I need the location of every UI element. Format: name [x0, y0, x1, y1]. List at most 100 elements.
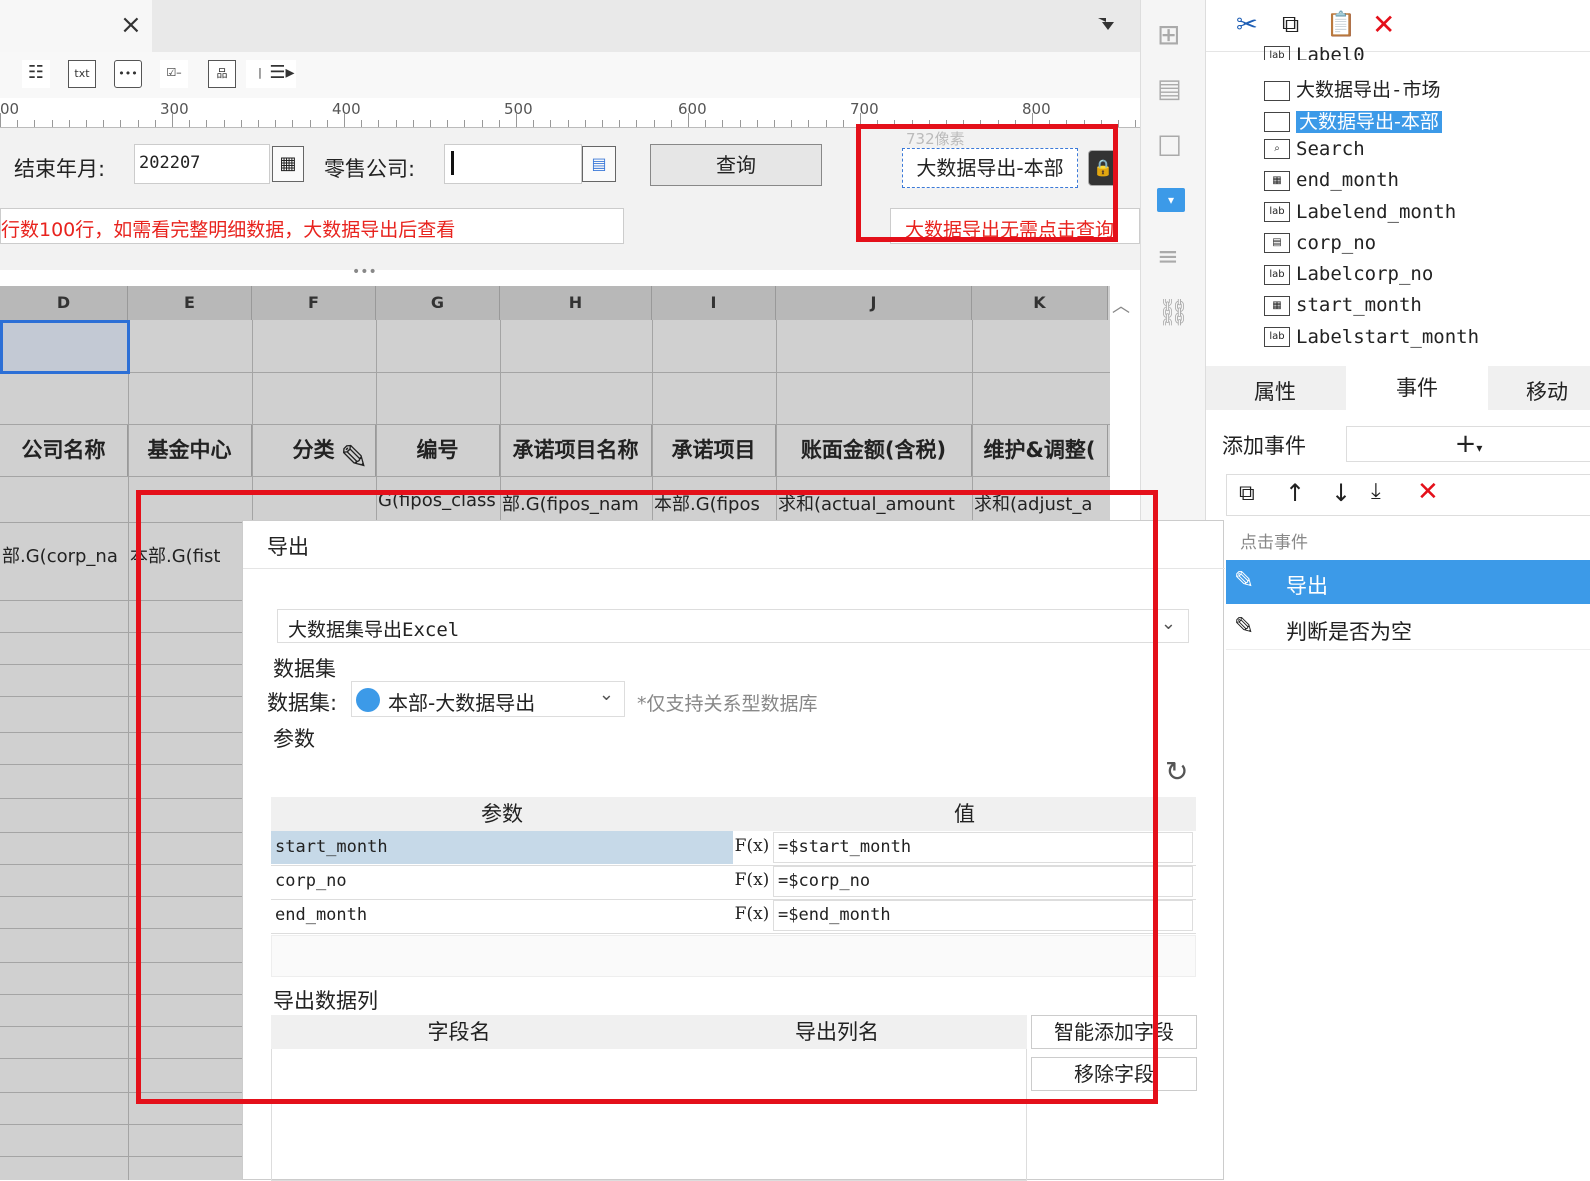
- selected-cell[interactable]: [0, 320, 130, 374]
- text-widget-icon[interactable]: txt: [68, 60, 96, 88]
- column-header[interactable]: K: [972, 286, 1108, 320]
- tree-item[interactable]: 大数据导出-本部: [1264, 107, 1442, 134]
- click-event-section: 点击事件: [1240, 533, 1308, 553]
- delete-event-icon[interactable]: ✕: [1417, 477, 1439, 507]
- tab-move[interactable]: 移动: [1526, 376, 1568, 406]
- end-month-input[interactable]: 202207: [134, 144, 270, 184]
- ruler-tick: [241, 120, 242, 127]
- table-header-cell[interactable]: 编号: [376, 424, 500, 476]
- event-label: 判断是否为空: [1286, 620, 1412, 644]
- button-icon: [1264, 80, 1290, 101]
- combo-icon: ▤: [1264, 233, 1290, 254]
- checkbox-group-icon[interactable]: ☷: [22, 60, 50, 88]
- delete-icon[interactable]: ✕: [1372, 8, 1395, 41]
- widget-settings-icon[interactable]: ▾: [1157, 188, 1185, 212]
- event-item[interactable]: ✎ 导出: [1226, 560, 1590, 604]
- tree-item-label: Labelend_month: [1296, 200, 1457, 223]
- column-header[interactable]: G: [376, 286, 500, 320]
- scroll-up-icon[interactable]: ︿: [1112, 292, 1130, 318]
- ruler-tick: [155, 120, 156, 127]
- ruler-tick: [34, 120, 35, 127]
- ruler-tick: [361, 120, 362, 127]
- copy-icon[interactable]: ⧉: [1282, 10, 1299, 38]
- more-widgets-icon[interactable]: ☰▸: [268, 60, 296, 88]
- ruler-label: 500: [504, 100, 533, 118]
- checkbox-widget-icon[interactable]: ☑–: [160, 60, 188, 88]
- tree-widget-icon[interactable]: 品: [208, 60, 236, 88]
- table-header-cell[interactable]: 承诺项目名称: [500, 424, 652, 476]
- table-header-cell[interactable]: 公司名称: [0, 424, 128, 476]
- button-icon: [1264, 112, 1290, 133]
- column-header[interactable]: D: [0, 286, 128, 320]
- ruler-tick: [705, 120, 706, 127]
- close-icon[interactable]: ×: [120, 10, 142, 40]
- column-header[interactable]: E: [128, 286, 252, 320]
- add-event-dropdown[interactable]: +▾: [1346, 426, 1590, 462]
- tree-item[interactable]: 大数据导出-市场: [1264, 75, 1440, 102]
- search-icon: ⌕: [1264, 139, 1290, 160]
- ruler-tick: [499, 120, 500, 127]
- tab-properties[interactable]: 属性: [1254, 376, 1296, 406]
- tree-item[interactable]: lab Labelend_month: [1264, 201, 1456, 223]
- date-icon: ▦: [1264, 295, 1290, 316]
- event-item[interactable]: ✎ 判断是否为空: [1226, 606, 1590, 650]
- move-bottom-icon[interactable]: ⤓: [1371, 479, 1381, 504]
- grid-line: [0, 372, 1110, 373]
- layout-icon[interactable]: ⊞: [1157, 18, 1180, 51]
- resize-handle-icon[interactable]: •••: [352, 264, 377, 280]
- column-header[interactable]: J: [776, 286, 972, 320]
- link-icon[interactable]: ⛓: [1157, 298, 1190, 328]
- column-header[interactable]: H: [500, 286, 652, 320]
- refresh-icon[interactable]: ↻: [1165, 755, 1188, 788]
- table-header-cell[interactable]: 账面金额(含税): [776, 424, 972, 476]
- column-header[interactable]: F: [252, 286, 376, 320]
- ruler-tick: [120, 120, 121, 127]
- ruler-tick: [52, 120, 53, 127]
- tree-item[interactable]: ▦ end_month: [1264, 169, 1399, 191]
- frame-icon[interactable]: ☐: [1157, 130, 1182, 163]
- password-widget-icon[interactable]: •••: [114, 60, 142, 88]
- notice-text-box: 行数100行，如需看完整明细数据，大数据导出后查看: [0, 208, 624, 244]
- cut-icon[interactable]: ✂: [1236, 10, 1258, 40]
- edit-pencil-icon[interactable]: ✎: [340, 438, 369, 478]
- table-header-cell[interactable]: 承诺项目: [652, 424, 776, 476]
- query-button[interactable]: 查询: [650, 144, 822, 186]
- tab-events[interactable]: 事件: [1346, 366, 1488, 410]
- ruler-tick: [791, 120, 792, 127]
- dropdown-menu-icon[interactable]: [1096, 16, 1116, 34]
- move-down-icon[interactable]: ↓: [1331, 479, 1351, 507]
- edit-icon[interactable]: ✎: [1234, 566, 1254, 594]
- tree-item[interactable]: lab Labelstart_month: [1264, 326, 1479, 348]
- event-toolbar: ⧉ ↑ ↓ ⤓ ✕: [1226, 474, 1590, 516]
- table-header-cell[interactable]: 维护&调整(: [972, 424, 1108, 476]
- tree-item[interactable]: ▤ corp_no: [1264, 232, 1376, 254]
- editor-tab[interactable]: ×: [0, 0, 152, 52]
- tree-item[interactable]: ▦ start_month: [1264, 294, 1422, 316]
- paste-icon[interactable]: 📋: [1326, 10, 1356, 38]
- tree-item[interactable]: lab Label0: [1264, 44, 1365, 60]
- copy-event-icon[interactable]: ⧉: [1239, 481, 1255, 506]
- data-cell[interactable]: 部.G(corp_na: [2, 542, 126, 572]
- ruler-tick: [1135, 120, 1136, 127]
- form-icon[interactable]: ▤: [1157, 74, 1182, 104]
- combo-dropdown-icon[interactable]: ▤: [582, 146, 616, 182]
- grid-line: [128, 320, 129, 1180]
- grid-line: [0, 476, 1110, 477]
- column-header[interactable]: I: [652, 286, 776, 320]
- table-header-cell[interactable]: 基金中心: [128, 424, 252, 476]
- corp-input[interactable]: [444, 144, 582, 184]
- tree-item[interactable]: ⌕ Search: [1264, 138, 1365, 160]
- ruler-tick: [310, 120, 311, 127]
- condition-icon[interactable]: ≡: [1157, 242, 1179, 272]
- move-up-icon[interactable]: ↑: [1285, 479, 1305, 507]
- ruler-tick: [740, 120, 741, 127]
- calendar-icon[interactable]: ▦: [272, 146, 304, 182]
- chevron-down-icon: ⌄: [1160, 613, 1176, 634]
- ruler-label: 00: [0, 100, 20, 118]
- tree-item[interactable]: lab Labelcorp_no: [1264, 263, 1433, 285]
- ruler-label: 800: [1022, 100, 1051, 118]
- edit-icon[interactable]: ✎: [1234, 612, 1254, 640]
- label-icon: lab: [1264, 45, 1290, 60]
- ruler-tick: [482, 120, 483, 127]
- ruler-tick: [568, 120, 569, 127]
